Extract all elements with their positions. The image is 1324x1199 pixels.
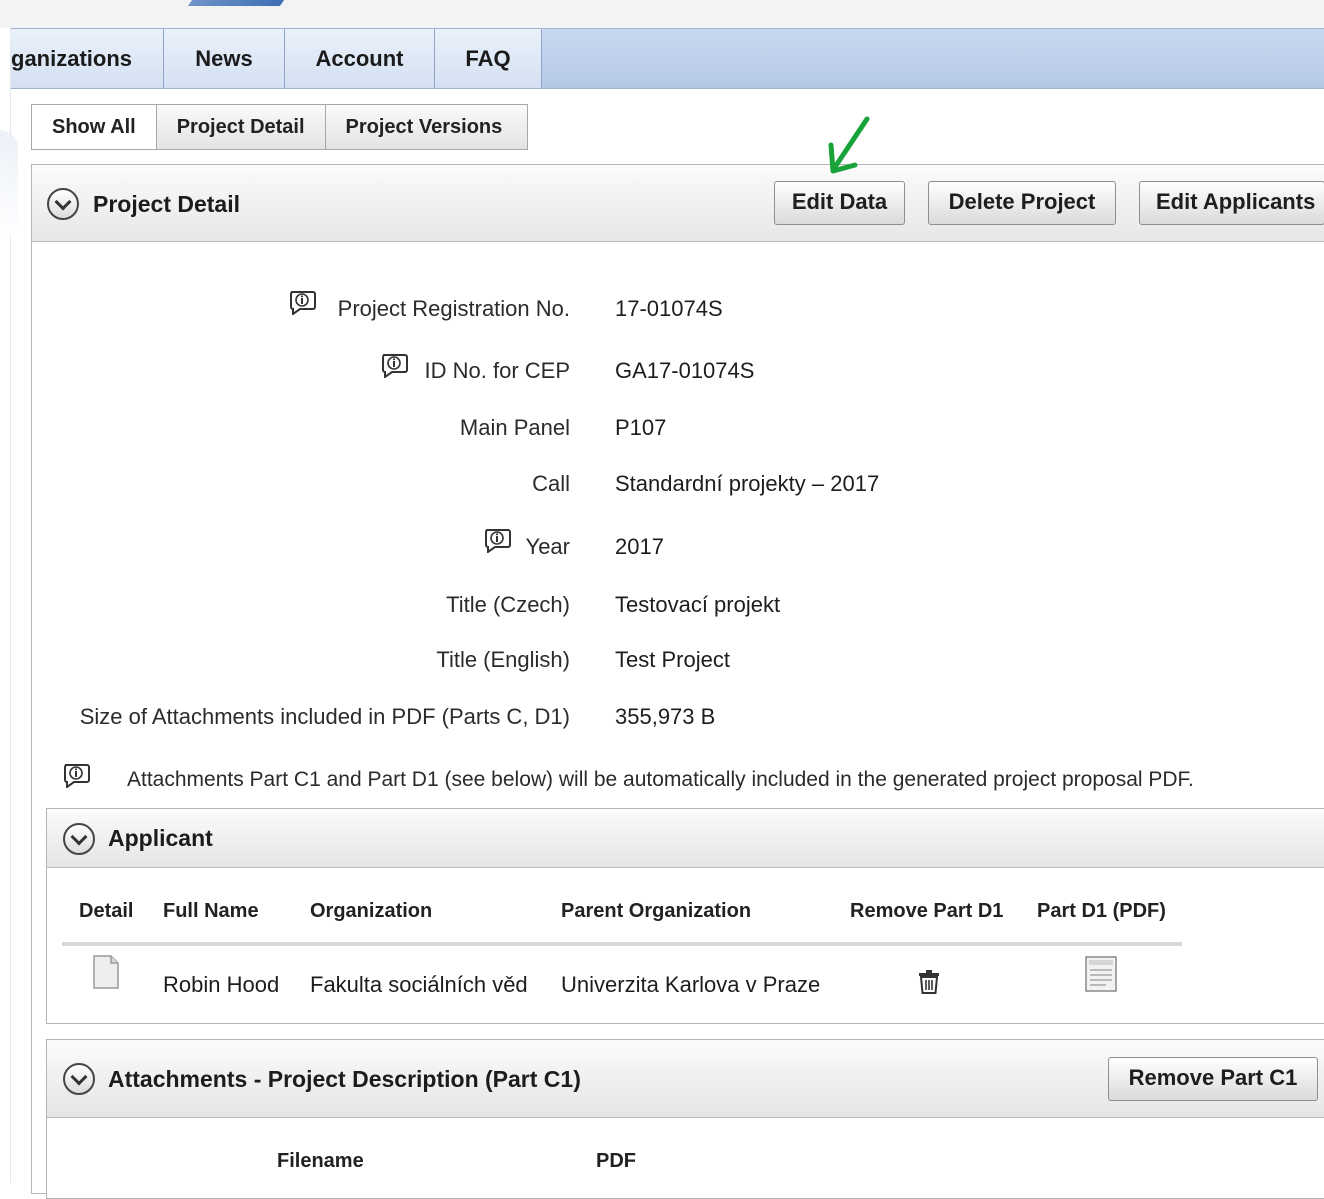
annotation-arrow-icon: [828, 116, 870, 174]
collapse-toggle-icon[interactable]: [63, 1063, 95, 1095]
trash-icon[interactable]: [917, 969, 941, 995]
collapse-toggle-icon[interactable]: [47, 188, 79, 220]
field-value-cep-id: GA17-01074S: [615, 358, 755, 383]
field-label-cep-id: ID No. for CEP: [424, 358, 570, 383]
nav-item-organizations[interactable]: ganizations: [11, 29, 164, 88]
sub-tabs: Show All Project Detail Project Versions: [31, 104, 528, 150]
info-icon[interactable]: [61, 762, 91, 788]
document-detail-icon[interactable]: [92, 955, 120, 989]
info-icon[interactable]: [482, 527, 512, 553]
tab-project-versions[interactable]: Project Versions: [326, 105, 523, 149]
field-value-title-english: Test Project: [615, 647, 730, 672]
applicant-header: Applicant: [47, 809, 1324, 868]
tab-project-detail[interactable]: Project Detail: [157, 105, 326, 149]
field-label-registration-no: Project Registration No.: [337, 296, 570, 321]
table-header-divider: [62, 942, 1182, 946]
nav-item-faq[interactable]: FAQ: [435, 29, 542, 88]
field-label-title-english: Title (English): [436, 647, 570, 672]
field-value-main-panel: P107: [615, 415, 667, 440]
collapse-toggle-icon[interactable]: [63, 823, 95, 855]
edit-applicants-button[interactable]: Edit Applicants: [1139, 181, 1324, 225]
column-header-parent-organization: Parent Organization: [561, 900, 752, 922]
column-header-organization: Organization: [310, 900, 433, 922]
project-detail-header: Project Detail: [32, 165, 1324, 242]
applicant-full-name: Robin Hood: [163, 972, 280, 997]
column-header-pdf: PDF: [596, 1150, 636, 1172]
field-value-title-czech: Testovací projekt: [615, 592, 781, 617]
applicant-title: Applicant: [108, 825, 213, 851]
field-label-main-panel: Main Panel: [459, 415, 570, 440]
field-value-call: Standardní projekty – 2017: [615, 471, 880, 496]
info-icon[interactable]: [287, 289, 317, 315]
field-label-attachments-size: Size of Attachments included in PDF (Par…: [79, 704, 570, 729]
panel-title: Project Detail: [93, 191, 240, 217]
attachments-note: Attachments Part C1 and Part D1 (see bel…: [127, 768, 1194, 791]
field-label-title-czech: Title (Czech): [446, 592, 570, 617]
attachments-title: Attachments - Project Description (Part …: [108, 1066, 581, 1092]
logo-fragment: [187, 0, 285, 6]
pdf-document-icon[interactable]: [1084, 955, 1118, 993]
column-header-filename: Filename: [277, 1150, 364, 1172]
column-header-part-d1-pdf: Part D1 (PDF): [1037, 900, 1166, 922]
main-nav: ganizations News Account FAQ: [11, 28, 1324, 89]
column-header-detail: Detail: [79, 900, 134, 922]
remove-part-c1-button[interactable]: Remove Part C1: [1108, 1057, 1318, 1101]
edit-data-button[interactable]: Edit Data: [774, 181, 905, 225]
field-label-year: Year: [525, 534, 570, 559]
info-icon[interactable]: [379, 352, 409, 378]
column-header-full-name: Full Name: [163, 900, 259, 922]
applicant-parent-organization: Univerzita Karlova v Praze: [561, 972, 821, 997]
applicant-organization: Fakulta sociálních věd: [310, 972, 528, 997]
field-label-call: Call: [532, 471, 570, 496]
field-value-year: 2017: [615, 534, 664, 559]
delete-project-button[interactable]: Delete Project: [928, 181, 1116, 225]
tab-show-all[interactable]: Show All: [32, 105, 157, 149]
column-header-remove-part-d1: Remove Part D1: [850, 900, 1004, 922]
field-value-attachments-size: 355,973 B: [615, 704, 716, 729]
nav-item-news[interactable]: News: [164, 29, 285, 88]
left-decoration: [0, 130, 18, 240]
field-value-registration-no: 17-01074S: [615, 296, 723, 321]
nav-item-account[interactable]: Account: [285, 29, 435, 88]
